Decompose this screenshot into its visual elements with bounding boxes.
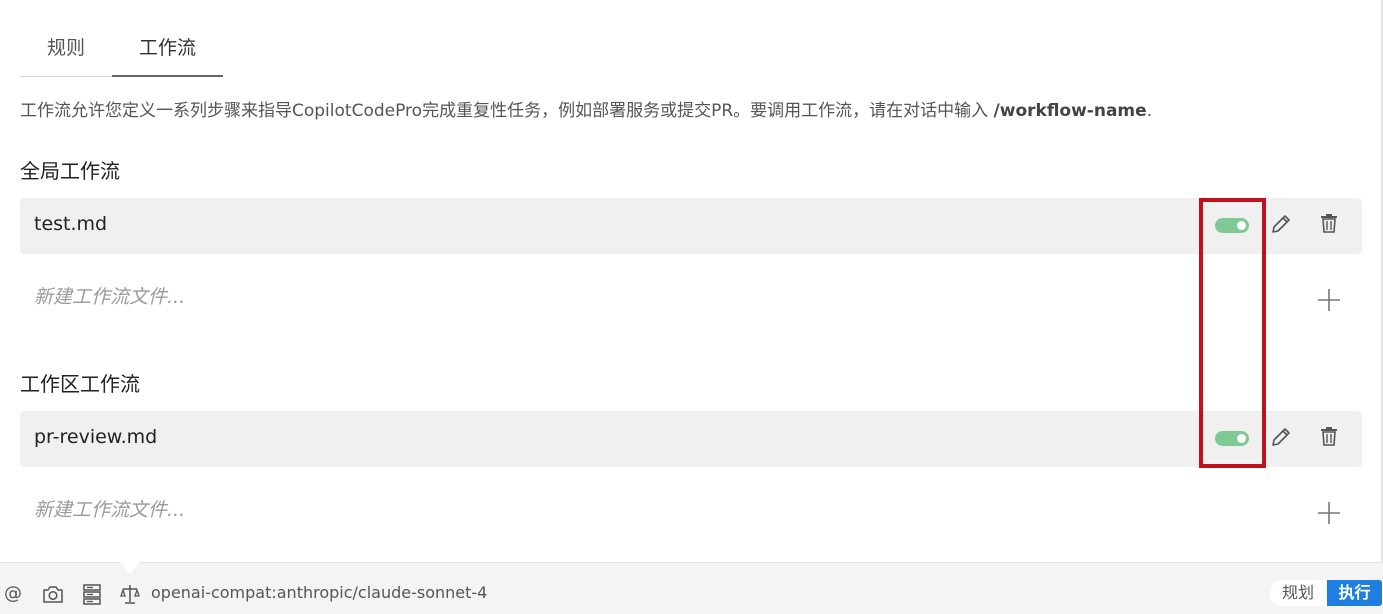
toggle-knob — [1237, 434, 1246, 443]
workflow-command: /workflow-name — [993, 101, 1147, 121]
workflow-enable-toggle[interactable] — [1215, 431, 1249, 446]
description-suffix: . — [1146, 101, 1153, 121]
plus-icon[interactable] — [1317, 288, 1341, 312]
new-workspace-workflow-row — [20, 485, 1362, 541]
new-global-workflow-row — [20, 272, 1362, 328]
tab-bar: 规则 工作流 — [20, 22, 224, 78]
workspace-section-title: 工作区工作流 — [20, 372, 140, 396]
model-selector[interactable]: openai-compat:anthropic/claude-sonnet-4 — [151, 583, 487, 602]
bottom-toolbar: @ openai-compat:anthropic/claude-sonnet-… — [0, 562, 1383, 614]
new-workspace-workflow-input[interactable] — [34, 499, 1234, 521]
workflow-row-pr-review[interactable]: pr-review.md — [20, 411, 1362, 467]
workflows-panel: 规则 工作流 工作流允许您定义一系列步骤来指导CopilotCodePro完成重… — [0, 0, 1383, 562]
scale-icon[interactable] — [120, 583, 140, 605]
workflow-name: pr-review.md — [34, 426, 158, 448]
workflow-enable-toggle[interactable] — [1215, 218, 1249, 233]
plan-mode-button[interactable]: 规划 — [1270, 580, 1326, 606]
server-icon[interactable] — [82, 583, 102, 605]
exec-mode-button[interactable]: 执行 — [1327, 580, 1382, 606]
workflow-name: test.md — [34, 213, 108, 235]
camera-icon[interactable] — [42, 583, 64, 605]
tab-rules[interactable]: 规则 — [20, 22, 113, 77]
at-icon[interactable]: @ — [4, 583, 22, 605]
plus-icon[interactable] — [1317, 501, 1341, 525]
global-section-title: 全局工作流 — [20, 159, 120, 183]
trash-icon[interactable] — [1318, 212, 1340, 234]
toggle-knob — [1237, 221, 1246, 230]
trash-icon[interactable] — [1318, 425, 1340, 447]
new-global-workflow-input[interactable] — [34, 286, 1234, 308]
tab-workflows[interactable]: 工作流 — [112, 22, 224, 77]
workflow-description: 工作流允许您定义一系列步骤来指导CopilotCodePro完成重复性任务，例如… — [20, 98, 1370, 124]
popover-pointer — [118, 560, 142, 574]
description-text: 工作流允许您定义一系列步骤来指导CopilotCodePro完成重复性任务，例如… — [20, 101, 994, 121]
workflow-row-test[interactable]: test.md — [20, 198, 1362, 254]
pencil-icon[interactable] — [1269, 212, 1293, 236]
pencil-icon[interactable] — [1269, 425, 1293, 449]
